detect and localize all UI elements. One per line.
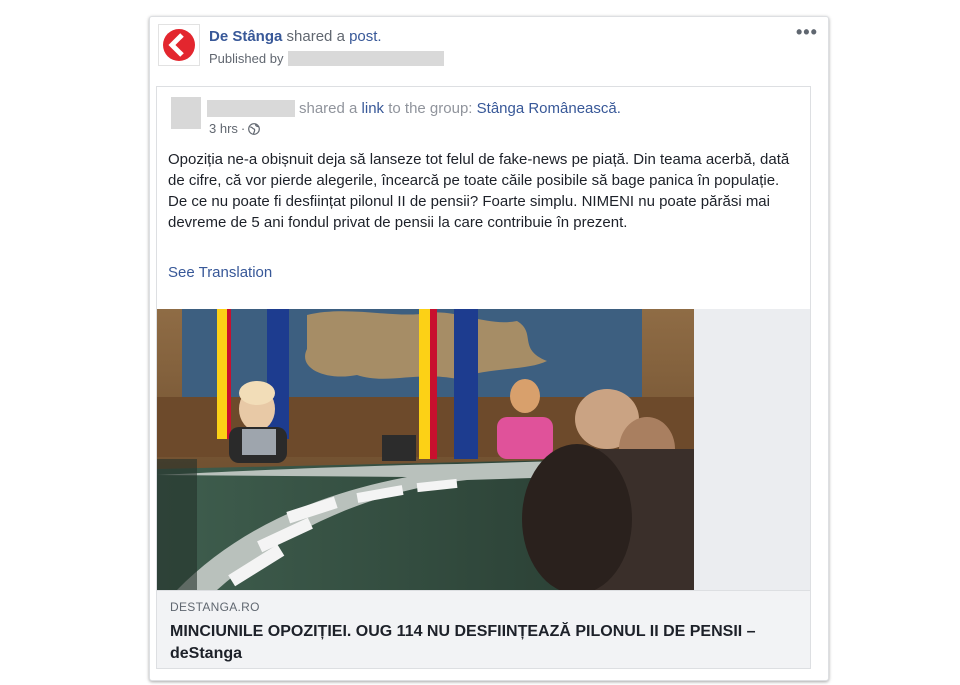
see-translation-link[interactable]: See Translation <box>168 264 272 281</box>
post-header: De Stânga shared a post. <box>209 28 382 45</box>
post-body-text: Opoziția ne-a obișnuit deja să lanseze t… <box>168 149 800 233</box>
post-link[interactable]: post. <box>349 28 382 45</box>
shared-link[interactable]: link <box>362 100 385 117</box>
link-headline[interactable]: MINCIUNILE OPOZIȚIEI. OUG 114 NU DESFIIN… <box>170 621 780 665</box>
link-preview-image-area[interactable] <box>157 309 810 590</box>
published-by-label: Published by <box>209 51 284 66</box>
shared-post-header: shared a link to the group: Stânga Român… <box>207 100 621 117</box>
link-domain: DESTANGA.RO <box>170 600 260 614</box>
more-options-icon[interactable]: ••• <box>796 23 818 41</box>
published-by-line: Published by <box>209 51 445 66</box>
group-name-link[interactable]: Stânga Românească. <box>477 100 621 117</box>
inner-shared-text: shared a <box>299 100 358 117</box>
link-preview-meta[interactable]: DESTANGA.RO MINCIUNILE OPOZIȚIEI. OUG 11… <box>157 590 810 668</box>
de-stanga-logo-icon <box>163 29 195 61</box>
member-avatar[interactable] <box>171 97 201 129</box>
globe-icon[interactable] <box>248 122 261 135</box>
to-group-text: to the group: <box>388 100 473 117</box>
timestamp-row: 3 hrs · <box>209 121 261 136</box>
shared-text: shared a <box>286 28 345 45</box>
body-paragraph: Opoziția ne-a obișnuit deja să lanseze t… <box>168 151 790 189</box>
redacted-publisher <box>288 51 445 66</box>
separator-dot: · <box>240 121 246 136</box>
redacted-member-name <box>207 100 295 117</box>
page-name-link[interactable]: De Stânga <box>209 28 282 45</box>
body-paragraph: De ce nu poate fi desființat pilonul II … <box>168 193 770 231</box>
link-preview-photo[interactable] <box>157 309 694 590</box>
timestamp[interactable]: 3 hrs <box>209 121 238 136</box>
page-avatar[interactable] <box>158 24 200 66</box>
